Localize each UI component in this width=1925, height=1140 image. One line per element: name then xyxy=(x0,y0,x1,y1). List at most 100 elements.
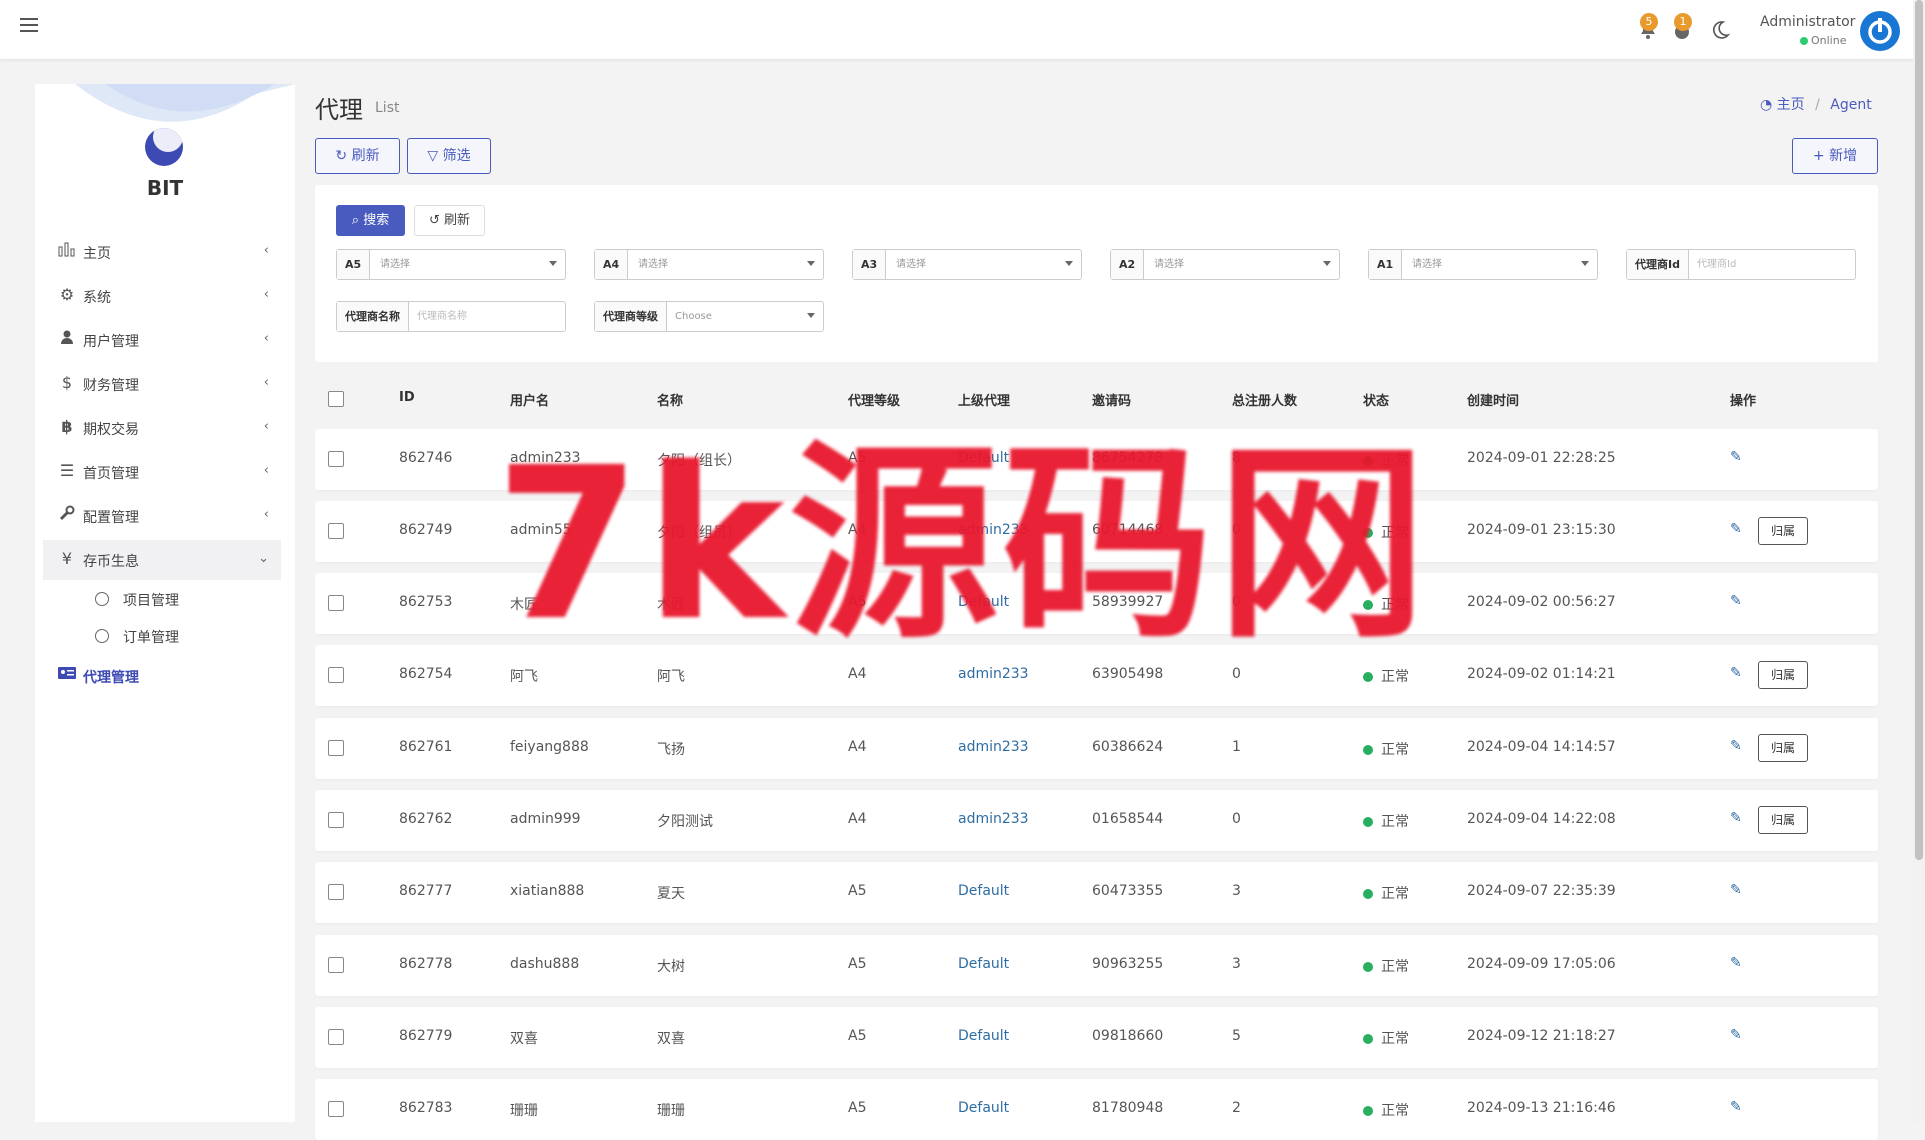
belong-button[interactable]: 归属 xyxy=(1758,806,1808,834)
row-checkbox[interactable] xyxy=(328,884,344,900)
dark-mode-icon[interactable] xyxy=(1710,20,1731,40)
header-total-registered[interactable]: 总注册人数 xyxy=(1232,390,1297,409)
sidebar-item-finance[interactable]: $ 财务管理 ‹ xyxy=(43,364,281,404)
sidebar-item-homepage[interactable]: ☰ 首页管理 ‹ xyxy=(43,452,281,492)
cell-parent[interactable]: admin233 xyxy=(958,666,1029,682)
cell-name: 阿飞 xyxy=(657,669,685,685)
sidebar-item-config[interactable]: 配置管理 ‹ xyxy=(43,496,281,536)
sidebar-item-system[interactable]: ⚙ 系统 ‹ xyxy=(43,276,281,316)
header-name[interactable]: 名称 xyxy=(657,390,683,409)
cell-parent[interactable]: Default xyxy=(958,883,1009,899)
add-button[interactable]: + 新增 xyxy=(1792,138,1878,174)
filter-icon: ▽ xyxy=(427,148,439,164)
plus-icon: + xyxy=(1812,148,1825,164)
header-invite-code[interactable]: 邀请码 xyxy=(1092,390,1131,409)
row-checkbox[interactable] xyxy=(328,740,344,756)
refresh-button[interactable]: ↻ 刷新 xyxy=(315,138,400,174)
agent-name-field[interactable]: 代理商名称 代理商名称 xyxy=(336,301,566,332)
row-checkbox[interactable] xyxy=(328,523,344,539)
select-a4[interactable]: A4 请选择 xyxy=(594,249,824,280)
edit-icon[interactable]: ✎ xyxy=(1730,882,1742,898)
dashboard-icon: ◔ xyxy=(1760,97,1773,113)
undo-icon: ↺ xyxy=(428,213,440,228)
search-button[interactable]: ⌕ 搜索 xyxy=(336,205,405,236)
edit-icon[interactable]: ✎ xyxy=(1730,521,1742,537)
select-all-checkbox[interactable] xyxy=(328,391,344,407)
cell-parent[interactable]: admin233 xyxy=(958,739,1029,755)
sidebar-item-agents[interactable]: 代理管理 xyxy=(43,656,281,696)
breadcrumb-home[interactable]: 主页 xyxy=(1777,97,1805,113)
cell-count: 2 xyxy=(1232,1100,1241,1116)
menu-toggle-icon[interactable] xyxy=(20,18,38,34)
header-parent[interactable]: 上级代理 xyxy=(958,390,1010,409)
edit-icon[interactable]: ✎ xyxy=(1730,449,1742,465)
status-dot-icon xyxy=(1363,1106,1373,1116)
header-username[interactable]: 用户名 xyxy=(510,390,549,409)
breadcrumb: ◔ 主页 / Agent xyxy=(1760,97,1872,113)
row-checkbox[interactable] xyxy=(328,1101,344,1117)
header-level[interactable]: 代理等级 xyxy=(848,390,900,409)
cell-count: 3 xyxy=(1232,883,1241,899)
chevron-left-icon: ‹ xyxy=(263,507,269,522)
row-checkbox[interactable] xyxy=(328,595,344,611)
edit-icon[interactable]: ✎ xyxy=(1730,1027,1742,1043)
cell-parent[interactable]: Default xyxy=(958,1028,1009,1044)
row-checkbox[interactable] xyxy=(328,812,344,828)
avatar[interactable] xyxy=(1860,11,1900,51)
filter-button[interactable]: ▽ 筛选 xyxy=(407,138,491,174)
message-icon[interactable]: 1 xyxy=(1670,13,1694,42)
cell-code: 81780948 xyxy=(1092,1100,1164,1116)
agent-id-field[interactable]: 代理商Id 代理商Id xyxy=(1626,249,1856,280)
edit-icon[interactable]: ✎ xyxy=(1730,1099,1742,1115)
row-checkbox[interactable] xyxy=(328,667,344,683)
cell-code: 01658544 xyxy=(1092,811,1164,827)
row-checkbox[interactable] xyxy=(328,451,344,467)
belong-button[interactable]: 归属 xyxy=(1758,661,1808,689)
status-badge: 正常 xyxy=(1363,739,1409,759)
cell-created: 2024-09-02 00:56:27 xyxy=(1467,594,1616,610)
belong-button[interactable]: 归属 xyxy=(1758,734,1808,762)
cell-count: 5 xyxy=(1232,1028,1241,1044)
cell-created: 2024-09-01 23:15:30 xyxy=(1467,522,1616,538)
edit-icon[interactable]: ✎ xyxy=(1730,593,1742,609)
user-name[interactable]: Administrator xyxy=(1760,14,1855,30)
cell-level: A4 xyxy=(848,811,867,827)
cell-id: 862778 xyxy=(399,956,453,972)
row-checkbox[interactable] xyxy=(328,1029,344,1045)
cell-name: 双喜 xyxy=(657,1031,685,1047)
select-a2[interactable]: A2 请选择 xyxy=(1110,249,1340,280)
id-card-icon xyxy=(57,665,77,685)
select-a3[interactable]: A3 请选择 xyxy=(852,249,1082,280)
cell-username: 珊珊 xyxy=(510,1103,538,1119)
sidebar-item-options[interactable]: ฿ 期权交易 ‹ xyxy=(43,408,281,448)
edit-icon[interactable]: ✎ xyxy=(1730,738,1742,754)
cell-id: 862762 xyxy=(399,811,453,827)
agent-level-select[interactable]: 代理商等级 Choose xyxy=(594,301,824,332)
edit-icon[interactable]: ✎ xyxy=(1730,665,1742,681)
cell-parent[interactable]: Default xyxy=(958,956,1009,972)
header-status[interactable]: 状态 xyxy=(1363,390,1389,409)
select-a1[interactable]: A1 请选择 xyxy=(1368,249,1598,280)
sidebar-item-home[interactable]: 主页 ‹ xyxy=(43,232,281,272)
row-checkbox[interactable] xyxy=(328,957,344,973)
status-badge: 正常 xyxy=(1363,956,1409,976)
notification-bell-icon[interactable]: 5 xyxy=(1636,13,1660,42)
header-id[interactable]: ID xyxy=(399,390,415,405)
cell-parent[interactable]: Default xyxy=(958,1100,1009,1116)
reset-button[interactable]: ↺ 刷新 xyxy=(414,205,485,236)
sidebar-item-users[interactable]: 用户管理 ‹ xyxy=(43,320,281,360)
header-created[interactable]: 创建时间 xyxy=(1467,390,1519,409)
cell-id: 862754 xyxy=(399,666,453,682)
sidebar-item-staking[interactable]: ¥ 存币生息 ⌄ xyxy=(43,540,281,580)
gear-icon: ⚙ xyxy=(59,285,75,304)
edit-icon[interactable]: ✎ xyxy=(1730,955,1742,971)
cell-id: 862783 xyxy=(399,1100,453,1116)
scrollbar-thumb[interactable] xyxy=(1915,0,1923,860)
edit-icon[interactable]: ✎ xyxy=(1730,810,1742,826)
caret-down-icon xyxy=(1065,261,1073,266)
cell-count: 0 xyxy=(1232,811,1241,827)
cell-username: dashu888 xyxy=(510,956,580,972)
select-a5[interactable]: A5 请选择 xyxy=(336,249,566,280)
cell-parent[interactable]: admin233 xyxy=(958,811,1029,827)
belong-button[interactable]: 归属 xyxy=(1758,517,1808,545)
